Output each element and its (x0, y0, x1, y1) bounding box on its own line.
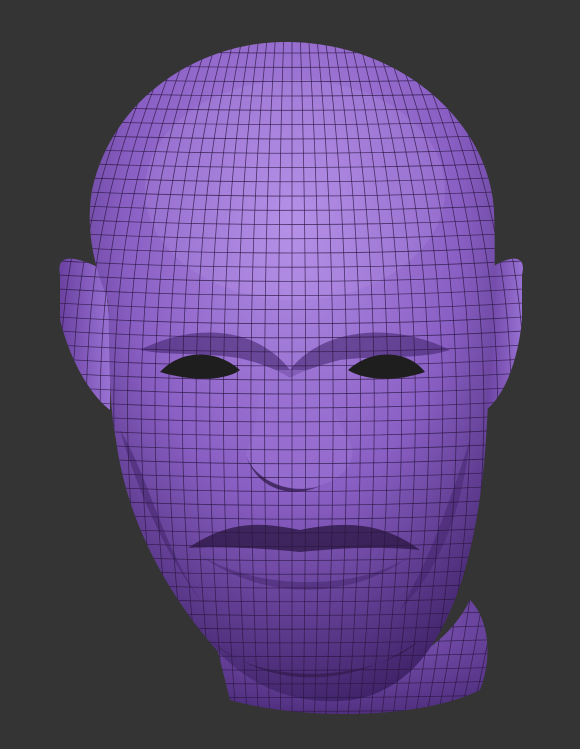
head-render (59, 41, 523, 714)
viewport-canvas[interactable] (0, 0, 580, 749)
